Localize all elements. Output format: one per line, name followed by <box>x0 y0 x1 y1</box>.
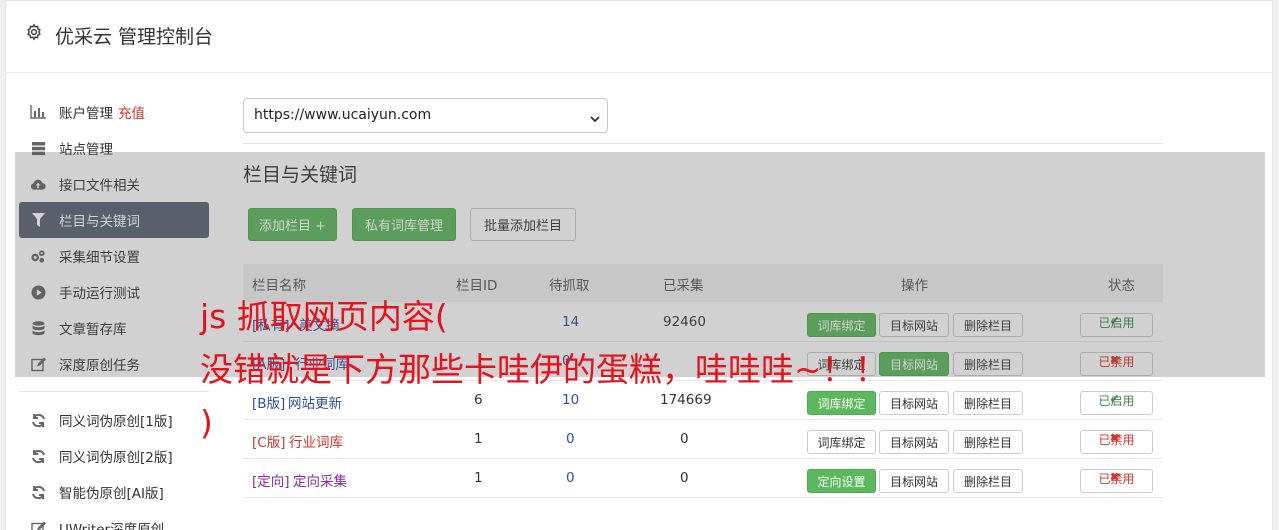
target-site-button[interactable]: 目标网站 <box>879 469 949 493</box>
overlay-caption-line: ) <box>200 403 213 442</box>
sidebar-item-account[interactable]: 账户管理 充值 <box>19 94 209 130</box>
refresh-icon <box>30 448 46 464</box>
status-toggle[interactable]: ✖ 已禁用 <box>1080 430 1153 454</box>
page-title: 优采云 管理控制台 <box>55 26 214 48</box>
chevron-down-icon <box>590 111 600 127</box>
edit-icon <box>30 520 46 530</box>
sidebar-item-label: 同义词伪原创[2版] <box>59 450 173 466</box>
delete-column-button[interactable]: 删除栏目 <box>953 430 1023 454</box>
overlay-caption: js 抓取网页内容( 没错就是下方那些卡哇伊的蛋糕，哇哇哇~！！ ) <box>200 290 888 449</box>
overlay-caption-line: js 抓取网页内容( <box>200 297 448 336</box>
sidebar-item-label: 智能伪原创[AI版] <box>59 486 164 502</box>
gear-icon <box>25 23 45 43</box>
sidebar-item-label: UWriter深度原创 <box>59 522 165 530</box>
sidebar-item-smart-ai[interactable]: 智能伪原创[AI版] <box>19 474 209 510</box>
delete-column-button[interactable]: 删除栏目 <box>953 469 1023 493</box>
sidebar-divider <box>19 391 209 392</box>
divider <box>243 143 1163 144</box>
status-label: 已启用 <box>1098 394 1135 408</box>
delete-column-button[interactable]: 删除栏目 <box>953 391 1023 415</box>
sidebar-item-label: 账户管理 <box>59 106 113 122</box>
collected-count: 0 <box>680 470 689 486</box>
pending-count: 0 <box>566 470 575 486</box>
top-bar: 优采云 管理控制台 <box>6 1 1272 73</box>
refresh-icon <box>30 484 46 500</box>
site-select[interactable]: https://www.ucaiyun.com <box>243 98 608 133</box>
status-label: 已禁用 <box>1098 433 1135 447</box>
bar-chart-icon <box>30 104 46 120</box>
sidebar-item-label: 同义词伪原创[1版] <box>59 414 173 430</box>
site-select-value: https://www.ucaiyun.com <box>254 107 432 123</box>
overlay-caption-line: 没错就是下方那些卡哇伊的蛋糕，哇哇哇~！！ <box>200 350 888 389</box>
refresh-icon <box>30 412 46 428</box>
column-id: 1 <box>474 470 483 486</box>
target-site-button[interactable]: 目标网站 <box>879 430 949 454</box>
column-tag: [定向] <box>252 474 290 490</box>
status-toggle[interactable]: ✔ 已启用 <box>1080 391 1153 415</box>
directed-settings-button[interactable]: 定向设置 <box>807 469 876 493</box>
column-name-link[interactable]: 定向采集 <box>293 470 347 490</box>
recharge-link[interactable]: 充值 <box>118 102 145 122</box>
sidebar-item-uwriter[interactable]: UWriter深度原创 <box>19 510 209 530</box>
status-label: 已禁用 <box>1098 472 1135 486</box>
status-toggle[interactable]: ✖ 已禁用 <box>1080 469 1153 493</box>
table-row: [定向] 定向采集 1 0 0 定向设置 目标网站 删除栏目 ✖ 已禁用 <box>243 459 1163 498</box>
target-site-button[interactable]: 目标网站 <box>879 391 949 415</box>
sidebar-item-synonym-v2[interactable]: 同义词伪原创[2版] <box>19 438 209 474</box>
sidebar-item-synonym-v1[interactable]: 同义词伪原创[1版] <box>19 402 209 438</box>
